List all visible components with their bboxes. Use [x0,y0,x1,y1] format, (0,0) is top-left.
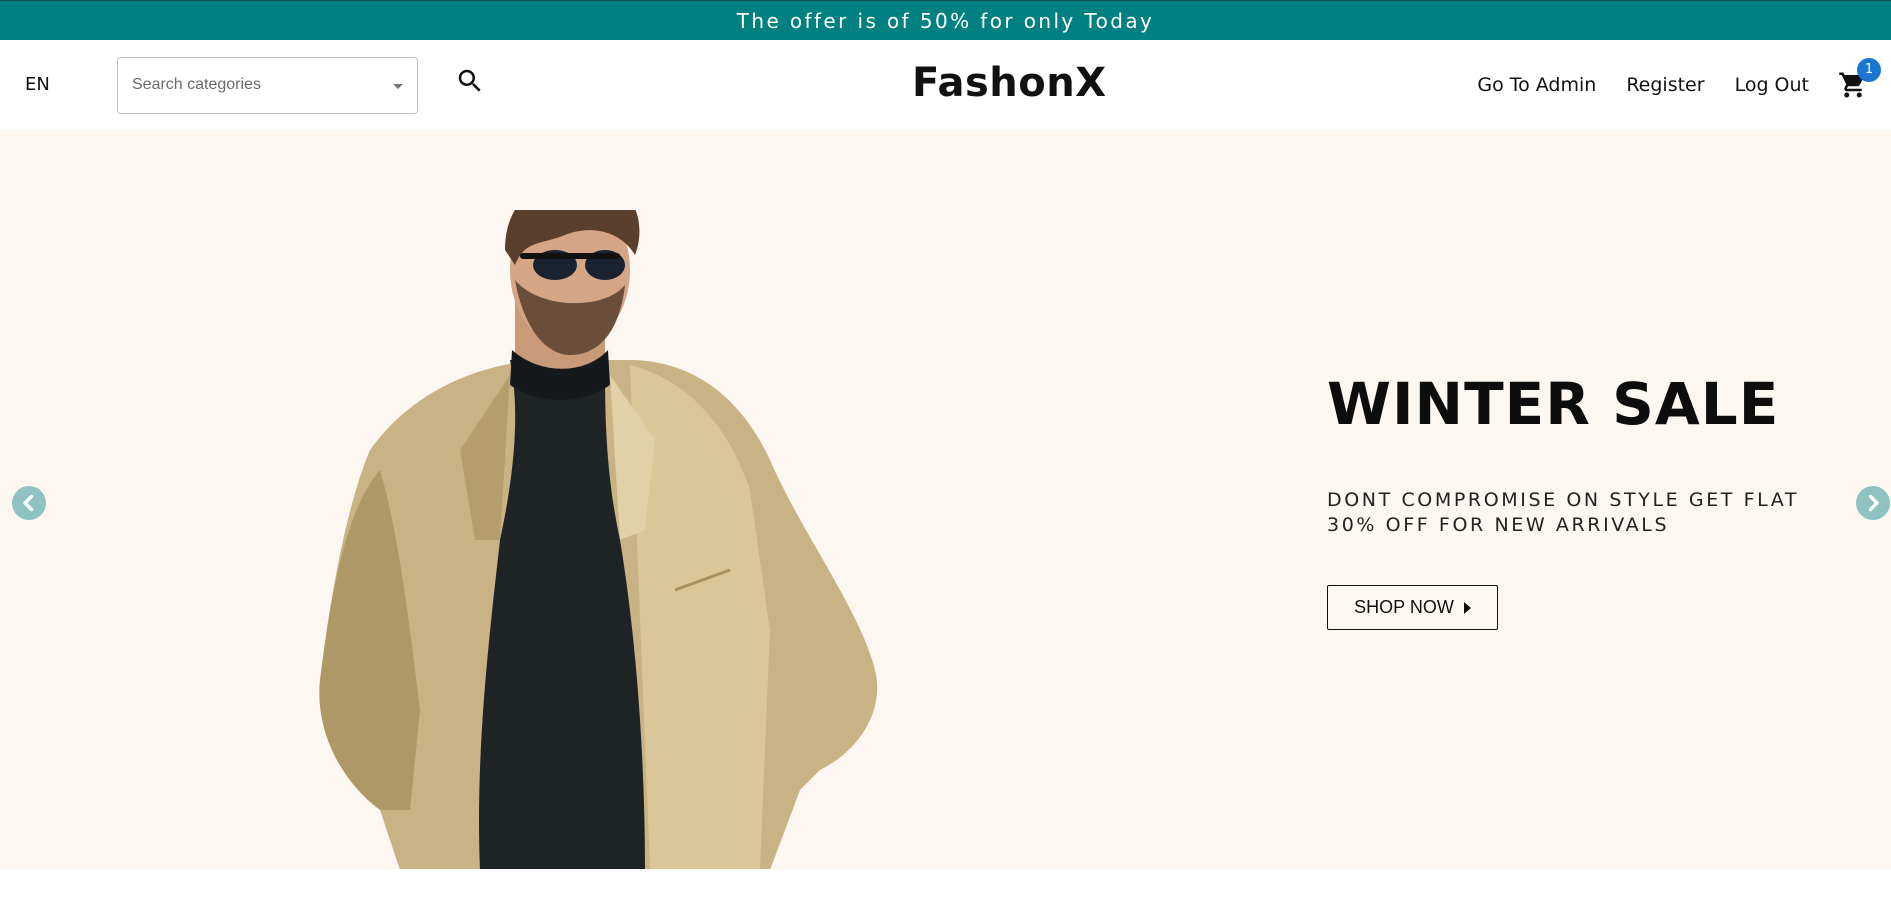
category-search-select[interactable]: Search categories [117,57,418,114]
chevron-right-icon [1868,494,1879,512]
shop-now-label: SHOP NOW [1354,597,1454,617]
hero-description: DONT COMPROMISE ON STYLE GET FLAT 30% OF… [1327,489,1800,536]
navbar: EN Search categories FashonX Go To Admin… [0,40,1891,130]
search-button[interactable] [455,66,485,96]
hero-slider: WINTER SALE DONT COMPROMISE ON STYLE GET… [0,130,1891,869]
announcement-text: The offer is of 50% for only Today [736,8,1155,33]
nav-go-to-admin[interactable]: Go To Admin [1477,74,1596,96]
hero-model-image [319,210,878,869]
hero-title: WINTER SALE [1327,370,1780,438]
search-icon [458,69,481,92]
slider-next-button[interactable] [1856,486,1890,520]
search-placeholder: Search categories [132,76,261,93]
nav-links: Go To Admin Register Log Out [1477,74,1809,96]
caret-down-icon [393,84,403,89]
site-logo[interactable]: FashonX [912,60,1107,106]
slider-prev-button[interactable] [12,486,46,520]
announcement-bar: The offer is of 50% for only Today [0,0,1891,40]
nav-log-out[interactable]: Log Out [1735,74,1809,96]
chevron-left-icon [23,494,34,512]
play-arrow-icon [1463,601,1471,614]
nav-register[interactable]: Register [1626,74,1704,96]
shop-now-button[interactable]: SHOP NOW [1327,585,1498,630]
language-selector[interactable]: EN [25,74,50,95]
cart-count-badge: 1 [1857,58,1881,82]
